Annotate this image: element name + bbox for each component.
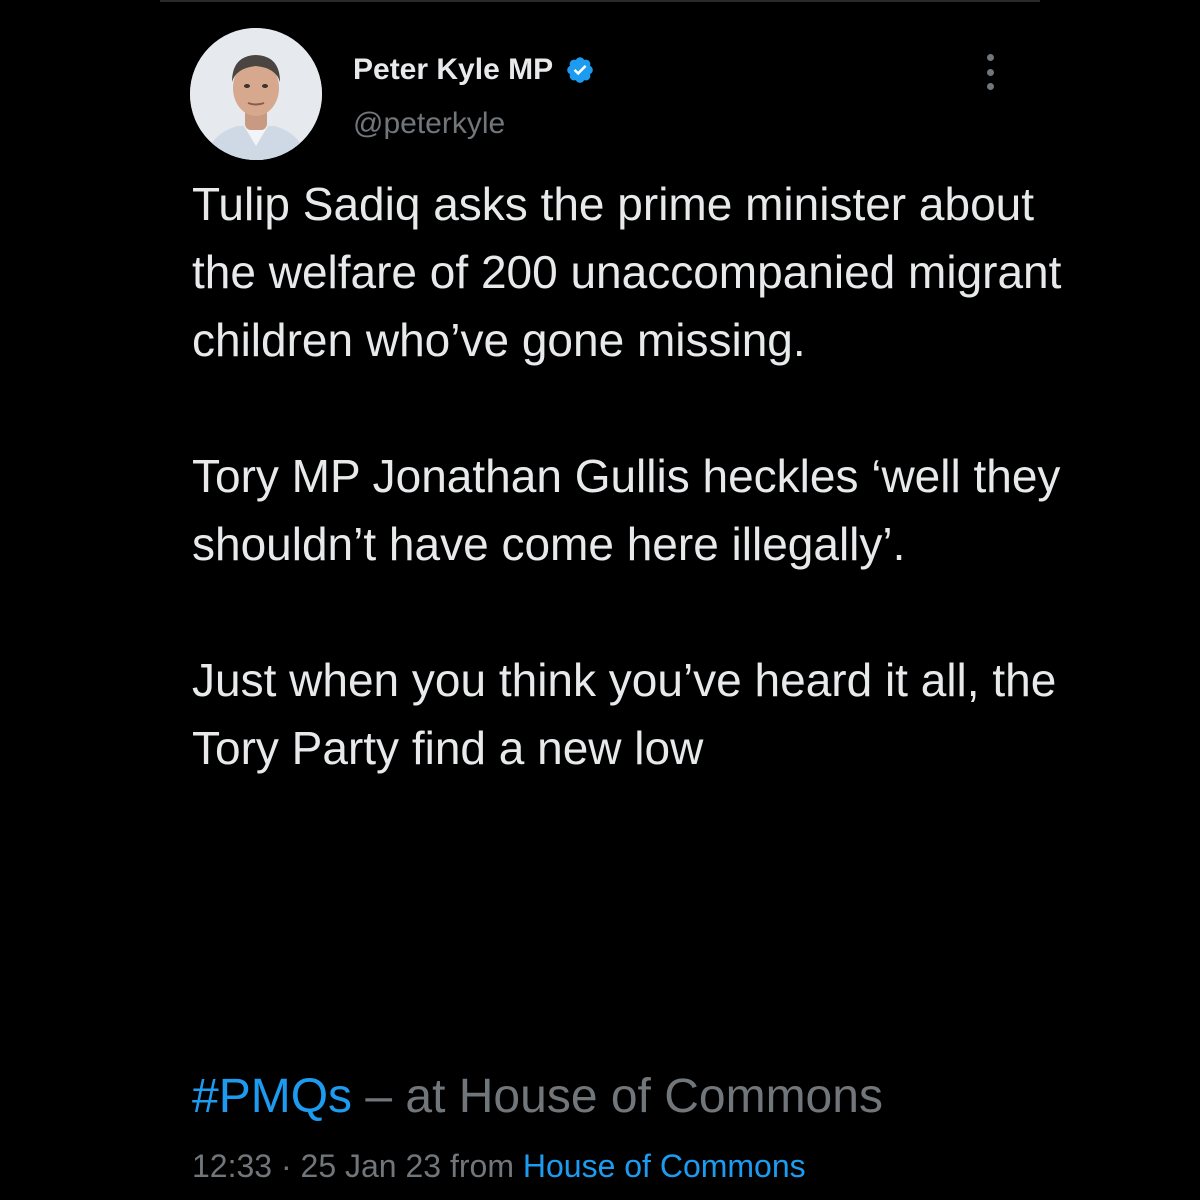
top-divider [160,0,1040,2]
tweet-date[interactable]: 25 Jan 23 [301,1148,442,1184]
more-dot [986,68,994,76]
author-handle[interactable]: @peterkyle [353,106,505,142]
from-label: from [441,1148,523,1184]
more-dot [986,54,994,61]
avatar-photo [190,28,322,160]
more-options-icon[interactable] [975,52,1005,92]
tweet-meta: 12:33 · 25 Jan 23 from House of Commons [192,1144,806,1188]
hashtag-link[interactable]: #PMQs [192,1070,352,1123]
hashtag-location-row: #PMQs – at House of Commons [192,1064,883,1130]
author-name-row[interactable]: Peter Kyle MP [353,52,595,88]
meta-separator: · [272,1148,301,1184]
tweet-text: Tulip Sadiq asks the prime minister abou… [192,178,1062,774]
tweet-time[interactable]: 12:33 [192,1148,272,1184]
author-name[interactable]: Peter Kyle MP [353,52,553,88]
location-text: – at House of Commons [352,1070,883,1123]
tweet-view: Peter Kyle MP @peterkyle Tulip Sadiq ask… [0,0,1200,1200]
verified-badge-icon [567,57,593,83]
avatar[interactable] [190,28,322,160]
more-dot [986,83,994,90]
source-link[interactable]: House of Commons [523,1148,806,1184]
